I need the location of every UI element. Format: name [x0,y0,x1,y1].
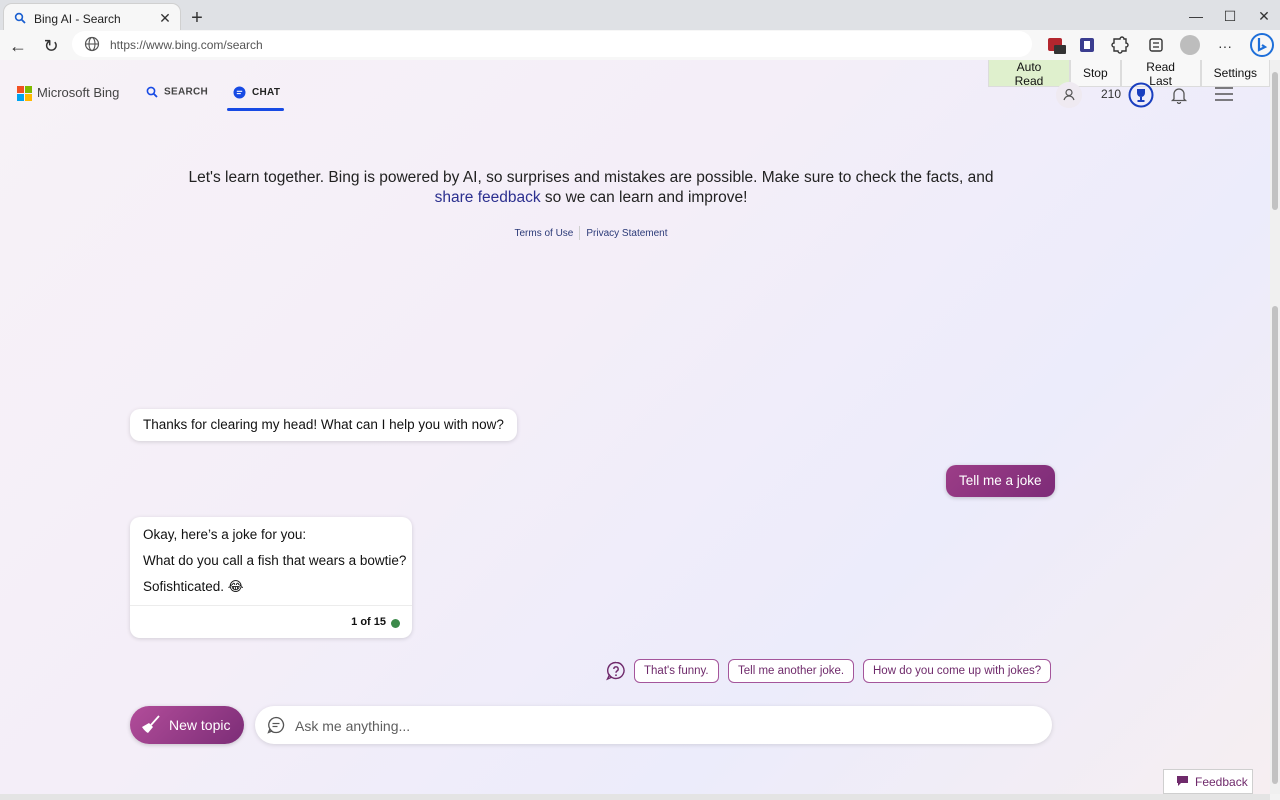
chat-bubble-icon [233,86,246,99]
bing-chat-page: Microsoft Bing SEARCH CHAT Auto Read Sto… [0,60,1270,794]
ai-disclaimer: Let's learn together. Bing is powered by… [180,168,1002,208]
suggestion-chip[interactable]: How do you come up with jokes? [863,659,1052,683]
logo-red-square [17,86,24,93]
scrollbar-track-fill[interactable] [1272,306,1278,784]
close-tab-icon[interactable]: ✕ [156,9,174,27]
nav-chat[interactable]: CHAT [233,86,280,99]
logo-blue-square [17,94,24,101]
browser-titlebar: Bing AI - Search ✕ + — ☐ ✕ [0,0,1280,34]
settings-button[interactable]: Settings [1200,60,1270,87]
new-topic-button[interactable]: New topic [130,706,244,744]
url-input[interactable] [108,34,992,56]
rewards-points[interactable]: 210 [1101,87,1121,101]
bot-message: Thanks for clearing my head! What can I … [130,409,517,441]
chat-input-icon [267,716,285,734]
profile-avatar[interactable] [1178,33,1202,57]
broom-icon [142,715,160,733]
bot-message-line: What do you call a fish that wears a bow… [143,553,407,568]
feedback-label: Feedback [1195,775,1248,789]
share-feedback-link[interactable]: share feedback [435,189,541,206]
notifications-bell-icon[interactable] [1170,86,1188,104]
chat-composer[interactable] [255,706,1052,744]
user-message: Tell me a joke [946,465,1055,497]
status-dot-icon [391,619,400,628]
rewards-trophy-icon[interactable] [1128,82,1154,108]
browser-toolbar: ← ↻ ··· [0,30,1280,61]
extensions-puzzle-icon[interactable] [1108,33,1132,57]
disclaimer-tail: so we can learn and improve! [540,189,748,206]
stop-button[interactable]: Stop [1069,60,1121,87]
search-icon [146,86,158,98]
bot-message-line: Okay, here’s a joke for you: [143,527,307,542]
collections-icon[interactable] [1144,33,1168,57]
logo-yellow-square [25,94,32,101]
feedback-button[interactable]: Feedback [1163,769,1253,794]
scrollbar-thumb[interactable] [1272,72,1278,210]
question-mark-icon[interactable] [606,661,626,681]
address-bar[interactable] [72,31,1032,57]
legal-links: Terms of Use Privacy Statement [0,226,1182,240]
bot-message-line: Sofishticated. 😂 [143,579,244,594]
feedback-icon [1177,776,1188,786]
terms-of-use-link[interactable]: Terms of Use [508,228,579,239]
refresh-icon[interactable]: ↻ [38,33,64,59]
globe-icon [84,36,100,52]
logo-green-square [25,86,32,93]
bot-message: Okay, here’s a joke for you: What do you… [130,517,412,638]
ask-input[interactable] [293,715,1037,737]
brand-name: Microsoft Bing [37,85,120,100]
tab-title: Bing AI - Search [34,12,121,26]
bot-message-footer: 1 of 15 [130,605,412,639]
user-icon[interactable] [1056,82,1082,108]
active-tab-indicator [227,108,284,111]
new-tab-button[interactable]: + [186,7,208,29]
auto-read-button[interactable]: Auto Read [988,60,1070,88]
nav-search[interactable]: SEARCH [146,86,208,98]
suggestion-chip[interactable]: Tell me another joke. [728,659,855,683]
horizontal-scrollbar[interactable] [0,794,1270,800]
disclaimer-text: Let's learn together. Bing is powered by… [188,169,994,186]
more-menu-icon[interactable]: ··· [1212,33,1238,59]
privacy-statement-link[interactable]: Privacy Statement [580,228,673,239]
bing-sidebar-icon[interactable] [1249,32,1275,58]
vertical-scrollbar[interactable] [1270,60,1280,794]
search-favicon-icon [14,12,26,24]
back-arrow-icon[interactable]: ← [5,33,31,59]
turn-counter: 1 of 15 [351,616,386,628]
nav-chat-label: CHAT [252,87,281,99]
calendar-extension-icon[interactable] [1044,33,1068,57]
close-window-icon[interactable]: ✕ [1241,0,1280,32]
reader-extension-icon[interactable] [1075,33,1099,57]
suggestion-chip[interactable]: That's funny. [634,659,719,683]
nav-search-label: SEARCH [164,86,209,98]
hamburger-menu-icon[interactable] [1214,86,1234,102]
new-topic-label: New topic [169,717,231,733]
